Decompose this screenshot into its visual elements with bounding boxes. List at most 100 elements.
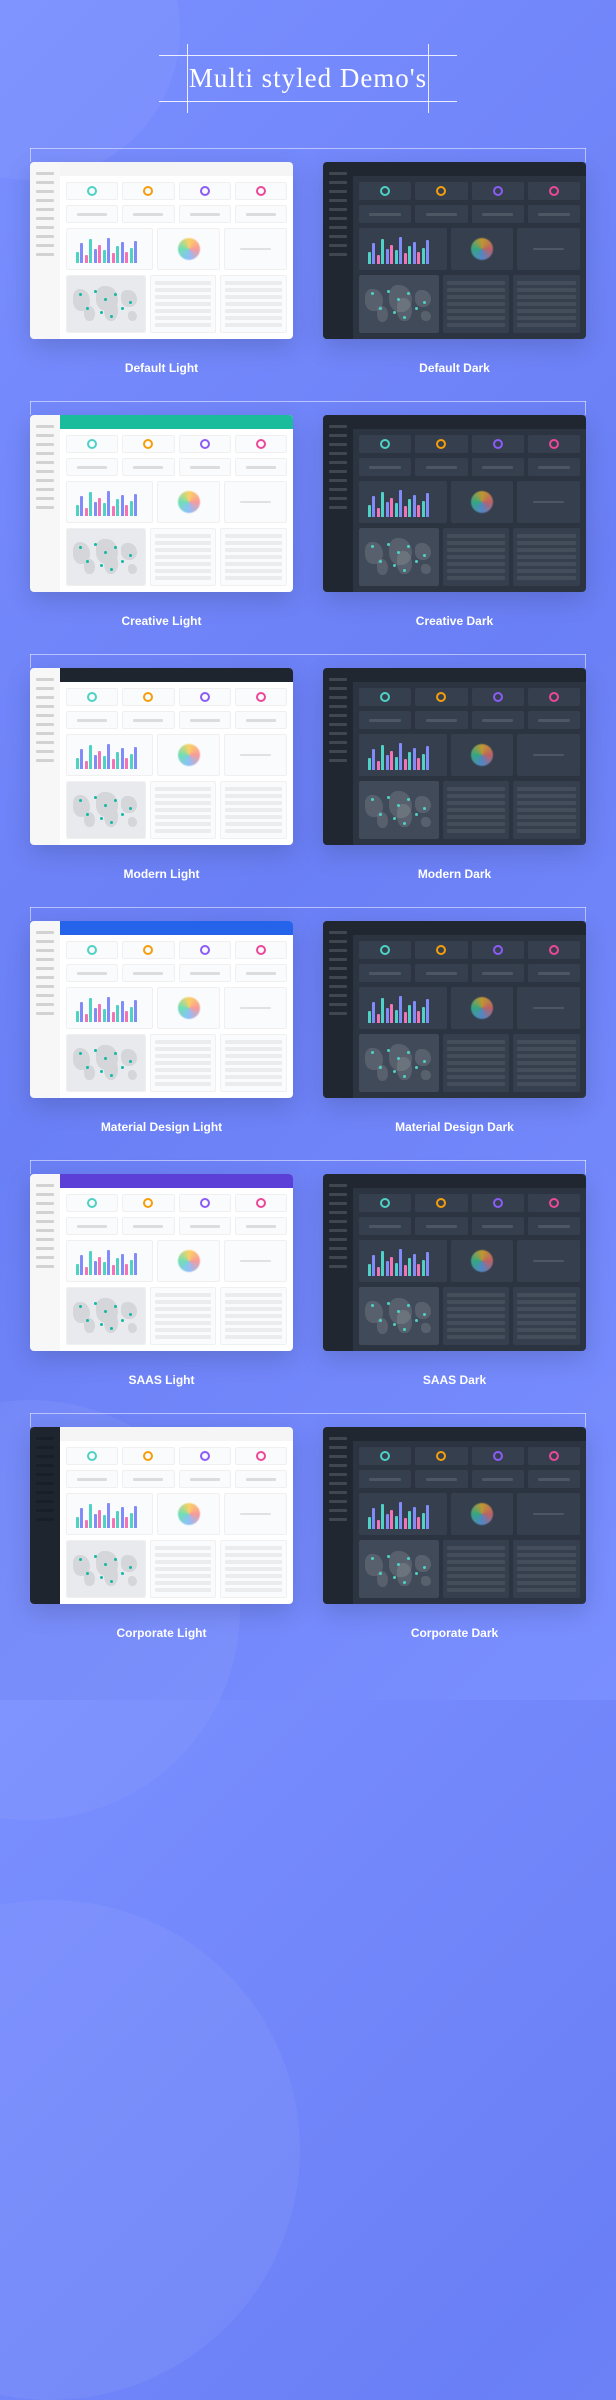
thumb-sidebar bbox=[30, 162, 60, 339]
demo-item: SAAS Light bbox=[30, 1174, 293, 1387]
thumb-main bbox=[60, 1427, 293, 1604]
thumb-main bbox=[353, 668, 586, 845]
demo-label: Default Dark bbox=[323, 361, 586, 375]
thumb-sidebar bbox=[323, 1174, 353, 1351]
thumb-header bbox=[60, 668, 293, 682]
thumb-header bbox=[60, 415, 293, 429]
demo-thumbnail[interactable] bbox=[30, 162, 293, 339]
thumb-sidebar bbox=[30, 921, 60, 1098]
demo-item: SAAS Dark bbox=[323, 1174, 586, 1387]
demo-label: Corporate Dark bbox=[323, 1626, 586, 1640]
demo-thumbnail[interactable] bbox=[30, 1174, 293, 1351]
thumb-header bbox=[60, 1427, 293, 1441]
thumb-header bbox=[60, 162, 293, 176]
demo-item: Creative Light bbox=[30, 415, 293, 628]
radar-icon bbox=[178, 491, 200, 513]
world-map-icon bbox=[359, 781, 439, 839]
radar-icon bbox=[178, 1250, 200, 1272]
demo-thumbnail[interactable] bbox=[323, 668, 586, 845]
title-frame: Multi styled Demo's bbox=[159, 55, 457, 102]
radar-icon bbox=[178, 997, 200, 1019]
demo-item: Material Design Dark bbox=[323, 921, 586, 1134]
thumb-sidebar bbox=[30, 415, 60, 592]
demo-label: Creative Light bbox=[30, 614, 293, 628]
thumb-main bbox=[353, 162, 586, 339]
demo-thumbnail[interactable] bbox=[323, 1427, 586, 1604]
world-map-icon bbox=[67, 1541, 145, 1597]
demo-thumbnail[interactable] bbox=[323, 1174, 586, 1351]
thumb-main bbox=[60, 162, 293, 339]
demo-thumbnail[interactable] bbox=[323, 415, 586, 592]
thumb-main bbox=[353, 1174, 586, 1351]
world-map-icon bbox=[359, 275, 439, 333]
world-map-icon bbox=[359, 1540, 439, 1598]
demo-label: Modern Dark bbox=[323, 867, 586, 881]
thumb-main bbox=[60, 415, 293, 592]
thumb-main bbox=[60, 921, 293, 1098]
radar-icon bbox=[178, 238, 200, 260]
demo-item: Modern Dark bbox=[323, 668, 586, 881]
title-section: Multi styled Demo's bbox=[0, 0, 616, 162]
thumb-header bbox=[60, 921, 293, 935]
radar-icon bbox=[471, 238, 493, 260]
demo-item: Default Dark bbox=[323, 162, 586, 375]
thumb-header bbox=[353, 415, 586, 429]
world-map-icon bbox=[359, 1287, 439, 1345]
thumb-header bbox=[353, 162, 586, 176]
demo-item: Modern Light bbox=[30, 668, 293, 881]
demo-thumbnail[interactable] bbox=[30, 668, 293, 845]
demo-label: Modern Light bbox=[30, 867, 293, 881]
world-map-icon bbox=[359, 1034, 439, 1092]
thumb-sidebar bbox=[30, 1174, 60, 1351]
demo-label: SAAS Light bbox=[30, 1373, 293, 1387]
thumb-sidebar bbox=[323, 668, 353, 845]
thumb-sidebar bbox=[323, 921, 353, 1098]
thumb-header bbox=[353, 1427, 586, 1441]
demo-label: SAAS Dark bbox=[323, 1373, 586, 1387]
demo-grid: Default Light bbox=[0, 162, 616, 1640]
radar-icon bbox=[471, 997, 493, 1019]
thumb-sidebar bbox=[30, 668, 60, 845]
demo-thumbnail[interactable] bbox=[30, 1427, 293, 1604]
radar-icon bbox=[178, 1503, 200, 1525]
radar-icon bbox=[178, 744, 200, 766]
demo-item: Corporate Dark bbox=[323, 1427, 586, 1640]
thumb-main bbox=[353, 415, 586, 592]
demo-label: Corporate Light bbox=[30, 1626, 293, 1640]
thumb-main bbox=[60, 668, 293, 845]
demo-label: Default Light bbox=[30, 361, 293, 375]
world-map-icon bbox=[67, 276, 145, 332]
world-map-icon bbox=[67, 1035, 145, 1091]
demo-thumbnail[interactable] bbox=[30, 415, 293, 592]
thumb-header bbox=[353, 668, 586, 682]
row-connector bbox=[30, 148, 586, 149]
radar-icon bbox=[471, 744, 493, 766]
thumb-main bbox=[353, 921, 586, 1098]
demo-label: Material Design Dark bbox=[323, 1120, 586, 1134]
thumb-header bbox=[353, 1174, 586, 1188]
thumb-sidebar bbox=[30, 1427, 60, 1604]
bg-shape bbox=[0, 1900, 300, 2400]
thumb-sidebar bbox=[323, 162, 353, 339]
demo-item: Creative Dark bbox=[323, 415, 586, 628]
thumb-header bbox=[60, 1174, 293, 1188]
demo-item: Corporate Light bbox=[30, 1427, 293, 1640]
demo-thumbnail[interactable] bbox=[323, 921, 586, 1098]
demo-item: Material Design Light bbox=[30, 921, 293, 1134]
thumb-main bbox=[60, 1174, 293, 1351]
world-map-icon bbox=[67, 529, 145, 585]
thumb-sidebar bbox=[323, 1427, 353, 1604]
demo-thumbnail[interactable] bbox=[323, 162, 586, 339]
radar-icon bbox=[471, 1250, 493, 1272]
world-map-icon bbox=[67, 782, 145, 838]
radar-icon bbox=[471, 1503, 493, 1525]
demo-thumbnail[interactable] bbox=[30, 921, 293, 1098]
thumb-header bbox=[353, 921, 586, 935]
demo-label: Creative Dark bbox=[323, 614, 586, 628]
page-title: Multi styled Demo's bbox=[189, 63, 427, 94]
thumb-main bbox=[353, 1427, 586, 1604]
radar-icon bbox=[471, 491, 493, 513]
demo-label: Material Design Light bbox=[30, 1120, 293, 1134]
thumb-sidebar bbox=[323, 415, 353, 592]
world-map-icon bbox=[359, 528, 439, 586]
